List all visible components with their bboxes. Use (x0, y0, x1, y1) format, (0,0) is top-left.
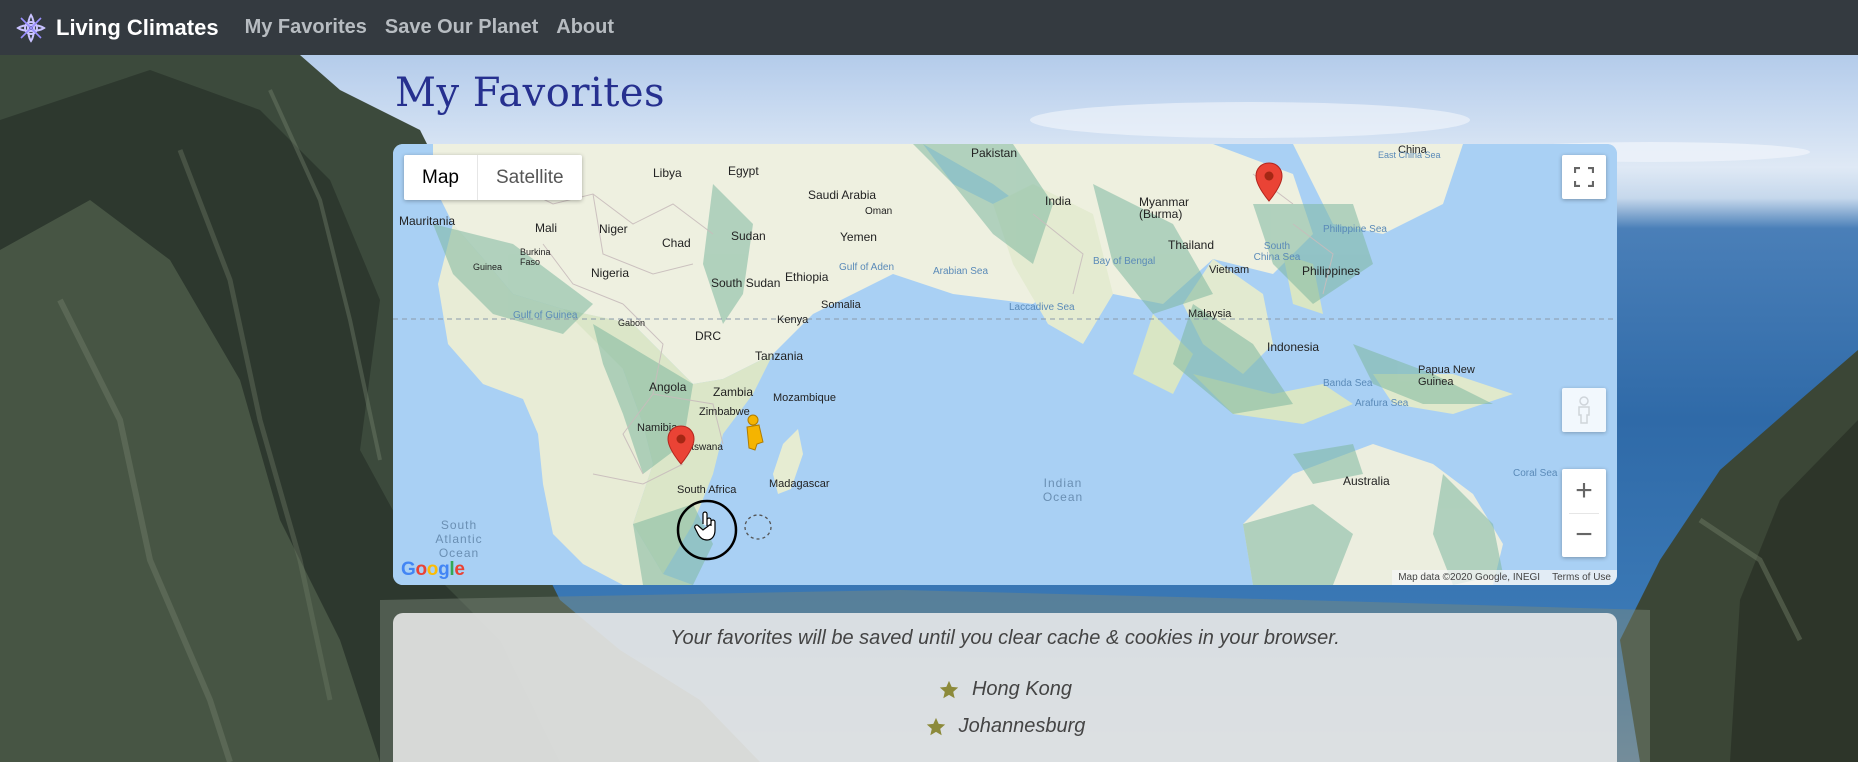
map-label-saudi-arabia: Saudi Arabia (808, 188, 877, 202)
favorite-item[interactable]: Johannesburg (393, 708, 1617, 745)
map-label-indian-ocean: Indian Ocean (1042, 476, 1084, 504)
map-label-niger: Niger (599, 222, 628, 236)
map-label-philippine-sea: Philippine Sea (1323, 224, 1387, 235)
map-label-tanzania: Tanzania (755, 349, 804, 363)
favorite-name: Johannesburg (958, 715, 1086, 737)
map-label-philippines: Philippines (1302, 264, 1361, 278)
map-label-coral-sea: Coral Sea (1513, 468, 1558, 479)
map-type-map-button[interactable]: Map (404, 155, 478, 200)
map-label-mali: Mali (535, 221, 558, 235)
map-data-credit: Map data ©2020 Google, INEGI (1398, 572, 1541, 583)
map-label-vietnam: Vietnam (1209, 264, 1250, 276)
map-label-australia: Australia (1343, 474, 1390, 488)
drop-target-circle (744, 514, 772, 540)
star-icon (926, 717, 945, 735)
map-label-papua-new-guinea: Papua New Guinea (1418, 364, 1475, 388)
map-label-gabon: Gabon (618, 318, 646, 328)
map-label-ethiopia: Ethiopia (785, 270, 829, 284)
map-label-nigeria: Nigeria (591, 266, 630, 280)
nav-link-save-our-planet[interactable]: Save Our Planet (385, 16, 538, 39)
star-icon (939, 680, 959, 698)
map-attribution: Map data ©2020 Google, INEGI Terms of Us… (1392, 570, 1617, 585)
map-label-madagascar: Madagascar (769, 478, 830, 490)
map-pin-icon-hong-kong[interactable] (1255, 162, 1283, 202)
brand-name: Living Climates (56, 14, 219, 40)
page-title: My Favorites (395, 70, 666, 116)
map-label-south-china-sea: South China Sea (1253, 241, 1301, 263)
brand-link[interactable]: Living Climates (16, 12, 219, 43)
map-label-somalia: Somalia (821, 299, 861, 311)
cursor-highlight-ring (676, 499, 738, 561)
map-label-banda-sea: Banda Sea (1323, 378, 1373, 389)
map-label-egypt: Egypt (728, 164, 759, 178)
fullscreen-icon (1574, 167, 1594, 187)
map-label-kenya: Kenya (777, 314, 809, 326)
map-label-zambia: Zambia (713, 385, 754, 399)
map-label-sudan: Sudan (731, 229, 766, 243)
zoom-in-button[interactable]: + (1562, 469, 1606, 513)
map-label-arafura-sea: Arafura Sea (1355, 398, 1409, 409)
map-label-south-sudan: South Sudan (711, 276, 781, 290)
map-label-yemen: Yemen (840, 230, 877, 244)
map-label-indonesia: Indonesia (1267, 340, 1320, 354)
map-type-control: Map Satellite (404, 155, 582, 200)
map-label-malaysia: Malaysia (1188, 308, 1232, 320)
map-label-guinea: Guinea (473, 262, 503, 272)
map-label-east-china-sea: East China Sea (1378, 150, 1441, 160)
map-label-south-atlantic-ocean: South Atlantic Ocean (435, 518, 483, 560)
street-view-button[interactable] (1562, 388, 1606, 432)
map-label-mauritania: Mauritania (399, 214, 456, 228)
map-label-gulf-of-guinea: Gulf of Guinea (513, 310, 578, 321)
map-label-chad: Chad (662, 236, 691, 250)
favorite-item[interactable]: Hong Kong (393, 671, 1617, 708)
map-label-south-africa: South Africa (677, 484, 737, 496)
map-label-burkina-faso: Burkina Faso (520, 247, 551, 267)
google-logo: Google (401, 559, 465, 580)
favorites-card: Your favorites will be saved until you c… (393, 613, 1617, 762)
map-label-myanmar: Myanmar (Burma) (1139, 195, 1190, 221)
leaf-globe-icon (16, 12, 46, 43)
top-navbar: Living Climates My Favorites Save Our Pl… (0, 0, 1858, 55)
zoom-out-button[interactable]: − (1562, 513, 1606, 557)
zoom-control: + − (1562, 469, 1606, 557)
favorites-map[interactable]: Map Satellite + − Pakistan Egypt Libya S… (393, 144, 1617, 585)
fullscreen-button[interactable] (1562, 155, 1606, 199)
map-label-angola: Angola (649, 380, 687, 394)
favorites-list: Hong Kong Johannesburg (393, 671, 1617, 745)
favorite-name: Hong Kong (971, 678, 1073, 700)
favorites-note: Your favorites will be saved until you c… (670, 627, 1340, 649)
map-label-bay-of-bengal: Bay of Bengal (1093, 256, 1156, 267)
map-label-arabian-sea: Arabian Sea (933, 266, 989, 277)
terms-of-use-link[interactable]: Terms of Use (1552, 572, 1611, 583)
map-label-drc: DRC (695, 329, 721, 343)
pegman-icon (1578, 396, 1590, 424)
map-pin-icon-johannesburg[interactable] (667, 425, 695, 465)
map-label-mozambique: Mozambique (773, 392, 836, 404)
map-label-gulf-of-aden: Gulf of Aden (839, 262, 895, 273)
map-label-libya: Libya (653, 166, 682, 180)
dragged-pegman-icon (746, 414, 764, 451)
map-label-oman: Oman (865, 206, 893, 217)
map-label-thailand: Thailand (1168, 238, 1215, 252)
map-label-laccadive-sea: Laccadive Sea (1009, 302, 1075, 313)
map-label-india: India (1045, 194, 1072, 208)
map-label-pakistan: Pakistan (971, 146, 1018, 160)
nav-link-my-favorites[interactable]: My Favorites (245, 16, 367, 39)
map-type-satellite-button[interactable]: Satellite (478, 155, 582, 200)
nav-link-about[interactable]: About (556, 16, 614, 39)
